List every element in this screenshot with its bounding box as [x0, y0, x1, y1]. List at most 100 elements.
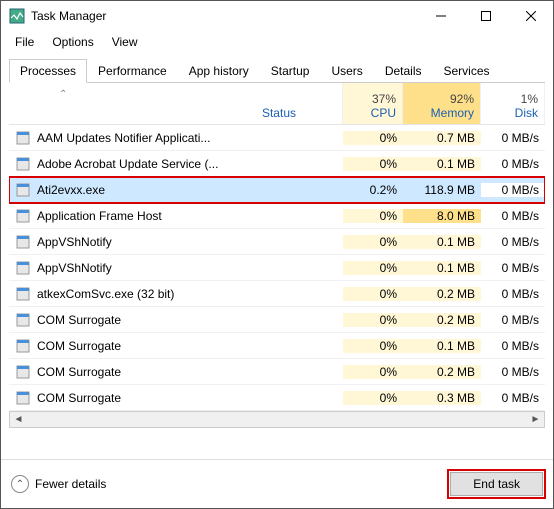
process-cpu: 0% — [343, 391, 403, 405]
menubar: File Options View — [1, 31, 553, 53]
horizontal-scrollbar[interactable]: ◄ ► — [9, 411, 545, 428]
process-cpu: 0% — [343, 131, 403, 145]
process-memory: 0.1 MB — [403, 339, 481, 353]
process-disk: 0 MB/s — [481, 209, 545, 223]
app-icon — [15, 260, 31, 276]
taskmanager-icon — [9, 8, 25, 24]
process-memory: 0.2 MB — [403, 365, 481, 379]
footer: ⌃ Fewer details End task — [1, 459, 553, 508]
col-status[interactable]: Status — [262, 106, 296, 120]
process-disk: 0 MB/s — [481, 391, 545, 405]
table-row[interactable]: COM Surrogate0%0.3 MB0 MB/s — [9, 385, 545, 411]
process-name-cell: AppVShNotify — [9, 234, 343, 250]
process-cpu: 0% — [343, 261, 403, 275]
table-row[interactable]: Application Frame Host 0%8.0 MB0 MB/s — [9, 203, 545, 229]
process-cpu: 0% — [343, 339, 403, 353]
process-name-cell: COM Surrogate — [9, 338, 343, 354]
menu-view[interactable]: View — [104, 33, 146, 51]
table-row[interactable]: AppVShNotify 0%0.1 MB0 MB/s — [9, 255, 545, 281]
app-icon — [15, 234, 31, 250]
app-icon — [15, 390, 31, 406]
process-name: AAM Updates Notifier Applicati... — [37, 131, 210, 145]
process-name: atkexComSvc.exe (32 bit) — [37, 287, 174, 301]
app-icon — [15, 156, 31, 172]
close-button[interactable] — [508, 1, 553, 31]
process-cpu: 0% — [343, 209, 403, 223]
process-disk: 0 MB/s — [481, 261, 545, 275]
disk-usage-pct: 1% — [521, 92, 538, 106]
process-cpu: 0% — [343, 287, 403, 301]
cpu-usage-pct: 37% — [372, 92, 396, 106]
process-disk: 0 MB/s — [481, 235, 545, 249]
table-row[interactable]: COM Surrogate 0%0.1 MB0 MB/s — [9, 333, 545, 359]
tab-users[interactable]: Users — [320, 59, 373, 82]
tab-startup[interactable]: Startup — [260, 59, 321, 82]
process-name: COM Surrogate — [37, 339, 121, 353]
process-name: AppVShNotify — [37, 261, 112, 275]
table-row[interactable]: atkexComSvc.exe (32 bit)0%0.2 MB0 MB/s — [9, 281, 545, 307]
app-icon — [15, 182, 31, 198]
tabstrip: Processes Performance App history Startu… — [9, 59, 545, 83]
col-cpu[interactable]: 37% CPU — [343, 83, 403, 124]
end-task-button[interactable]: End task — [450, 472, 543, 496]
process-disk: 0 MB/s — [481, 365, 545, 379]
sort-indicator-icon: ⌃ — [59, 89, 67, 100]
table-row[interactable]: AAM Updates Notifier Applicati... 0%0.7 M… — [9, 125, 545, 151]
table-row[interactable]: AppVShNotify0%0.1 MB0 MB/s — [9, 229, 545, 255]
window-title: Task Manager — [31, 9, 418, 23]
fewer-details-button[interactable]: ⌃ Fewer details — [11, 475, 106, 493]
mem-usage-pct: 92% — [450, 92, 474, 106]
process-name-cell: AppVShNotify — [9, 260, 343, 276]
process-memory: 0.1 MB — [403, 235, 481, 249]
tab-apphistory[interactable]: App history — [178, 59, 260, 82]
menu-options[interactable]: Options — [44, 33, 101, 51]
process-disk: 0 MB/s — [481, 131, 545, 145]
tab-performance[interactable]: Performance — [87, 59, 178, 82]
maximize-button[interactable] — [463, 1, 508, 31]
process-name-cell: atkexComSvc.exe (32 bit) — [9, 286, 343, 302]
process-disk: 0 MB/s — [481, 157, 545, 171]
process-name-cell: COM Surrogate — [9, 390, 343, 406]
process-list[interactable]: AAM Updates Notifier Applicati...0%0.7 M… — [9, 125, 545, 411]
process-disk: 0 MB/s — [481, 339, 545, 353]
table-row[interactable]: Ati2evxx.exe 0.2%118.9 MB0 MB/s — [9, 177, 545, 203]
process-memory: 8.0 MB — [403, 209, 481, 223]
col-name[interactable]: ⌃ Status — [9, 83, 343, 124]
process-name: COM Surrogate — [37, 313, 121, 327]
col-memory[interactable]: 92% Memory — [403, 83, 481, 124]
app-icon — [15, 208, 31, 224]
process-name: Application Frame Host — [37, 209, 162, 223]
scroll-right-icon[interactable]: ► — [527, 414, 544, 425]
process-cpu: 0% — [343, 157, 403, 171]
process-name-cell: Adobe Acrobat Update Service (... — [9, 156, 343, 172]
process-memory: 0.7 MB — [403, 131, 481, 145]
process-name-cell: Ati2evxx.exe — [9, 182, 343, 198]
fewer-details-label: Fewer details — [35, 477, 106, 491]
process-disk: 0 MB/s — [481, 183, 545, 197]
process-name: Ati2evxx.exe — [37, 183, 105, 197]
process-memory: 118.9 MB — [403, 183, 481, 197]
process-cpu: 0% — [343, 235, 403, 249]
menu-file[interactable]: File — [7, 33, 42, 51]
table-row[interactable]: Adobe Acrobat Update Service (...0%0.1 M… — [9, 151, 545, 177]
process-name-cell: COM Surrogate — [9, 364, 343, 380]
process-disk: 0 MB/s — [481, 287, 545, 301]
app-icon — [15, 364, 31, 380]
process-disk: 0 MB/s — [481, 313, 545, 327]
tab-details[interactable]: Details — [374, 59, 433, 82]
process-cpu: 0.2% — [343, 183, 403, 197]
process-cpu: 0% — [343, 365, 403, 379]
process-name: COM Surrogate — [37, 365, 121, 379]
scroll-left-icon[interactable]: ◄ — [10, 414, 27, 425]
app-icon — [15, 338, 31, 354]
table-header: ⌃ Status 37% CPU 92% Memory 1% Disk — [9, 83, 545, 125]
col-disk[interactable]: 1% Disk — [481, 83, 545, 124]
tab-processes[interactable]: Processes — [9, 59, 87, 83]
app-icon — [15, 130, 31, 146]
table-row[interactable]: COM Surrogate 0%0.2 MB0 MB/s — [9, 359, 545, 385]
process-memory: 0.1 MB — [403, 261, 481, 275]
table-row[interactable]: COM Surrogate0%0.2 MB0 MB/s — [9, 307, 545, 333]
minimize-button[interactable] — [418, 1, 463, 31]
tab-services[interactable]: Services — [433, 59, 501, 82]
process-name-cell: COM Surrogate — [9, 312, 343, 328]
